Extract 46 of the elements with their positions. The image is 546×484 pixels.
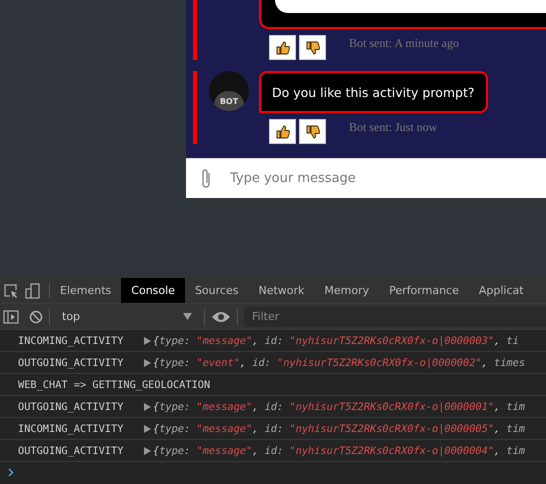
clear-console-icon[interactable] bbox=[29, 310, 43, 324]
expand-icon[interactable] bbox=[144, 358, 151, 366]
like-button[interactable] bbox=[269, 119, 296, 144]
devtools-tab[interactable]: Memory bbox=[314, 278, 380, 303]
inspect-icon[interactable] bbox=[3, 282, 19, 298]
devtools-tab[interactable]: Console bbox=[121, 278, 185, 303]
paperclip-icon[interactable] bbox=[200, 168, 212, 190]
expand-icon[interactable] bbox=[144, 336, 151, 344]
devtools-tab[interactable]: Applicat bbox=[468, 278, 534, 303]
thumbs-up-icon bbox=[276, 40, 290, 54]
log-object: {type: "message", id: "nyhisurT5Z2RKs0cRX0fx-o|0000003", ti bbox=[153, 334, 519, 346]
thumbs-down-icon bbox=[306, 124, 320, 138]
log-label: INCOMING_ACTIVITY bbox=[18, 422, 124, 436]
log-label: WEB_CHAT => GETTING_GEOLOCATION bbox=[18, 378, 210, 392]
log-object: {type: "message", id: "nyhisurT5Z2RKs0cRX0fx-o|0000001", tim bbox=[153, 400, 526, 412]
log-label: INCOMING_ACTIVITY bbox=[18, 334, 124, 348]
devtools-tab[interactable]: Performance bbox=[379, 278, 469, 303]
dislike-button[interactable] bbox=[299, 35, 326, 60]
expand-icon[interactable] bbox=[144, 446, 151, 454]
caret-icon[interactable] bbox=[183, 313, 192, 320]
devtools-tab[interactable]: Elements bbox=[50, 278, 122, 303]
message-input[interactable]: Type your message bbox=[228, 170, 512, 187]
thumbs-down-icon bbox=[306, 40, 320, 54]
log-label: OUTGOING_ACTIVITY bbox=[18, 356, 124, 370]
context-select[interactable]: top bbox=[56, 310, 198, 323]
eye-icon[interactable] bbox=[211, 310, 231, 322]
devtools-tab[interactable]: Sources bbox=[184, 278, 248, 303]
log-object: {type: "message", id: "nyhisurT5Z2RKs0cRX0fx-o|0000004", tim bbox=[153, 444, 526, 456]
devtools-tab[interactable]: Network bbox=[248, 278, 314, 303]
log-object: {type: "event", id: "nyhisurT5Z2RKs0cRX0fx-o|0000002", times bbox=[153, 356, 526, 368]
log-label: OUTGOING_ACTIVITY bbox=[18, 444, 124, 458]
sidebar-toggle-icon[interactable] bbox=[3, 310, 19, 324]
bot-avatar: BOT bbox=[209, 71, 249, 111]
message-field[interactable]: Type your message bbox=[186, 158, 546, 198]
device-icon[interactable] bbox=[25, 282, 41, 298]
thumbs-up-icon bbox=[276, 124, 290, 138]
message-bubble: Do you like this activity prompt? bbox=[259, 71, 488, 113]
message-status: Bot sent: Just now bbox=[349, 120, 438, 135]
like-button[interactable] bbox=[269, 35, 296, 60]
log-label: OUTGOING_ACTIVITY bbox=[18, 400, 124, 414]
message-status: Bot sent: A minute ago bbox=[349, 36, 459, 51]
filter-field[interactable]: Filter bbox=[244, 306, 546, 326]
expand-icon[interactable] bbox=[144, 424, 151, 432]
dislike-button[interactable] bbox=[299, 119, 326, 144]
log-object: {type: "message", id: "nyhisurT5Z2RKs0cRX0fx-o|0000005", tim bbox=[153, 422, 526, 434]
expand-icon[interactable] bbox=[144, 402, 151, 410]
